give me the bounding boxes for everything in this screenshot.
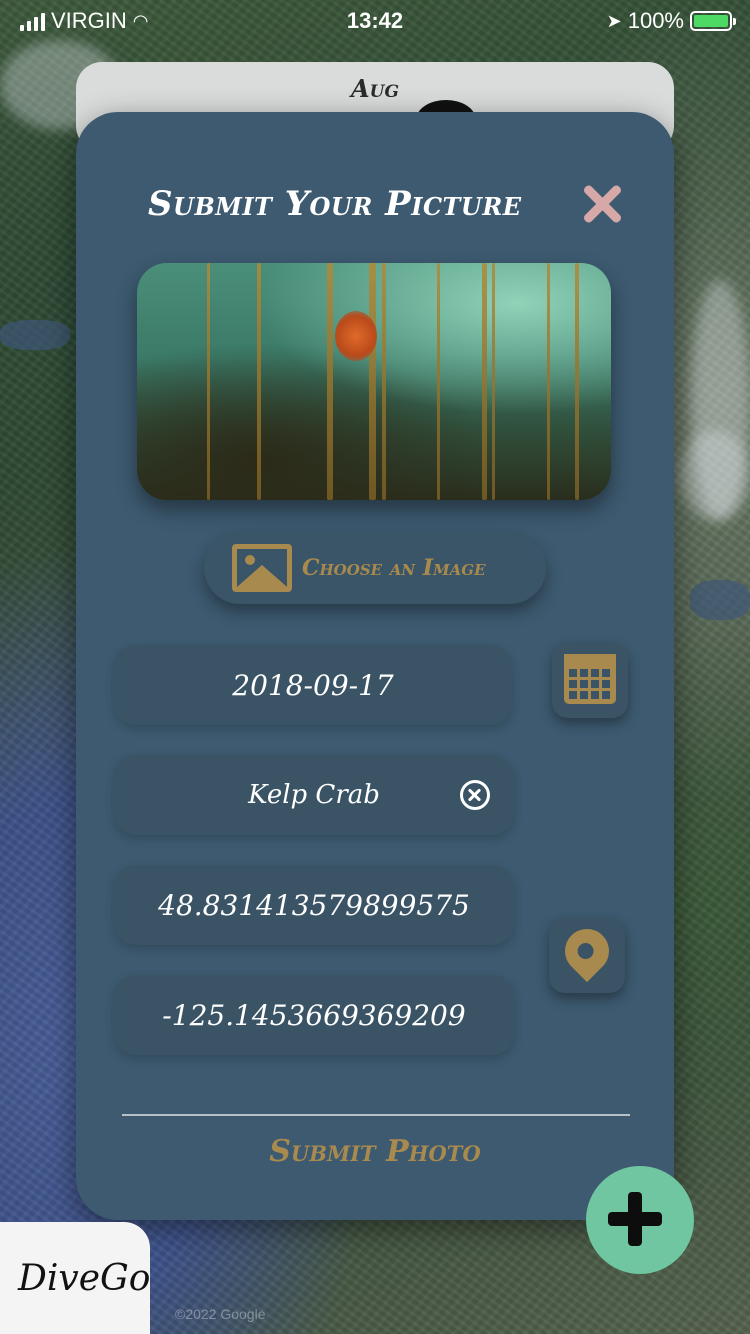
map-water bbox=[690, 580, 750, 620]
submit-photo-button[interactable]: Submit Photo bbox=[76, 1134, 674, 1184]
brand-tab[interactable]: DiveGo bbox=[0, 1222, 150, 1334]
species-field[interactable]: Kelp Crab bbox=[114, 755, 514, 835]
map-terrain bbox=[680, 430, 750, 520]
species-value: Kelp Crab bbox=[248, 780, 380, 810]
choose-image-button[interactable]: Choose an Image bbox=[204, 532, 546, 604]
battery-percent: 100% bbox=[627, 8, 684, 33]
brand-logo-text: DiveGo bbox=[18, 1258, 151, 1299]
map-water bbox=[0, 320, 70, 350]
longitude-field[interactable]: -125.1453669369209 bbox=[114, 975, 514, 1055]
add-button[interactable] bbox=[586, 1166, 694, 1274]
kelp-crab-subject bbox=[335, 311, 377, 361]
close-icon[interactable] bbox=[580, 182, 624, 226]
divider bbox=[122, 1114, 630, 1116]
modal-title: Submit Your Picture bbox=[148, 184, 522, 224]
submit-picture-modal: Submit Your Picture Choose an Image 2018… bbox=[76, 112, 674, 1220]
location-arrow-icon: ➤ bbox=[606, 10, 622, 31]
status-right: ➤ 100% bbox=[606, 8, 736, 34]
image-icon bbox=[232, 544, 292, 592]
calendar-icon bbox=[564, 654, 616, 704]
calendar-button[interactable] bbox=[552, 642, 628, 718]
battery-icon bbox=[690, 11, 736, 31]
selected-photo bbox=[137, 263, 611, 500]
date-field[interactable]: 2018-09-17 bbox=[114, 645, 512, 725]
choose-image-label: Choose an Image bbox=[302, 555, 486, 581]
clear-icon[interactable] bbox=[460, 780, 490, 810]
status-bar: VIRGIN ◠ 13:42 ➤ 100% bbox=[0, 0, 750, 40]
map-credit: ©2022 Google bbox=[175, 1306, 266, 1322]
location-pin-icon bbox=[555, 919, 619, 983]
month-card-title: Aug bbox=[351, 74, 399, 103]
location-button[interactable] bbox=[549, 917, 625, 993]
latitude-field[interactable]: 48.831413579899575 bbox=[114, 865, 514, 945]
